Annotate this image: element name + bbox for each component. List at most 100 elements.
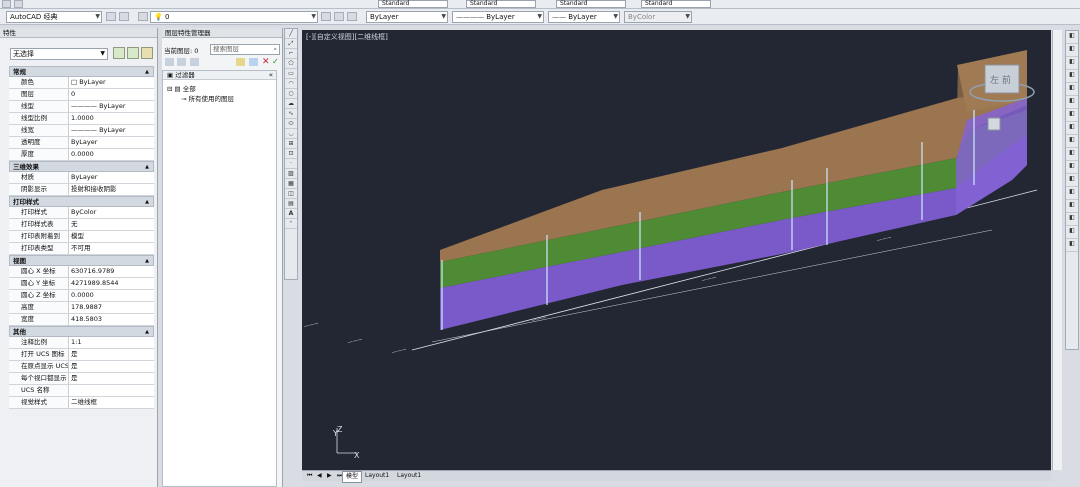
mirror-icon[interactable]: ◧ <box>1066 58 1078 70</box>
property-row[interactable]: 打印样式 ByColor <box>9 207 154 219</box>
property-row[interactable]: 打印样式表无 <box>9 219 154 231</box>
hatch-icon[interactable]: ▨ <box>285 170 297 179</box>
ellipse-arc-icon[interactable]: ◡ <box>285 130 297 139</box>
section-header[interactable]: 打印样式 ▲ <box>9 196 154 207</box>
collapse-icon[interactable]: ▲ <box>145 67 149 77</box>
new-group-filter-icon[interactable] <box>177 58 186 66</box>
property-value[interactable] <box>69 385 154 396</box>
property-value[interactable]: ByLayer <box>69 172 154 183</box>
property-row[interactable]: 宽度 418.5803 <box>9 314 154 326</box>
copy-icon[interactable]: ◧ <box>1066 45 1078 57</box>
property-value[interactable]: □ ByLayer <box>69 77 154 88</box>
property-value[interactable]: 1.0000 <box>69 113 154 124</box>
property-value[interactable]: 二维线框 <box>69 397 154 408</box>
property-row[interactable]: 打印表附着到 模型 <box>9 231 154 243</box>
property-row[interactable]: 透明度 ByLayer <box>9 137 154 149</box>
property-row[interactable]: 圆心 X 坐标 630716.9789 <box>9 266 154 278</box>
property-row[interactable]: 阴影显示 投射和接收阴影 <box>9 184 154 196</box>
polyline-icon[interactable]: ⌐ <box>285 50 297 59</box>
collapse-icon[interactable]: ▲ <box>145 327 149 337</box>
lineweight-select[interactable]: —— ByLayer ▼ <box>548 11 620 23</box>
add-selected-icon[interactable]: ⁺ <box>285 220 297 229</box>
collapse-icon[interactable]: ▲ <box>145 197 149 207</box>
make-block-icon[interactable]: ⊡ <box>285 150 297 159</box>
property-row[interactable]: 材质 ByLayer <box>9 172 154 184</box>
property-value[interactable]: 178.9887 <box>69 302 154 313</box>
property-value[interactable]: 不可用 <box>69 243 154 254</box>
text-style-select[interactable]: Standard <box>378 0 448 8</box>
make-current-icon[interactable] <box>321 12 331 21</box>
property-row[interactable]: 注释比例 1:1 <box>9 337 154 349</box>
property-value[interactable]: ByColor <box>69 207 154 218</box>
spline-icon[interactable]: ∿ <box>285 110 297 119</box>
property-row[interactable]: 每个视口都显示 ...是 <box>9 373 154 385</box>
arc-icon[interactable]: ◠ <box>285 80 297 89</box>
property-value[interactable]: 0.0000 <box>69 149 154 160</box>
property-value[interactable]: 418.5803 <box>69 314 154 325</box>
property-row[interactable]: 厚度 0.0000 <box>9 149 154 161</box>
layer-manager-icon[interactable] <box>138 12 148 21</box>
quick-select-icon[interactable] <box>141 47 153 59</box>
multileader-style-select[interactable]: Standard <box>641 0 711 8</box>
scale-icon[interactable]: ◧ <box>1066 123 1078 135</box>
property-row[interactable]: 图层 0 <box>9 89 154 101</box>
tree-item-all[interactable]: ⊟ ▤ 全部 <box>167 83 196 93</box>
toolbar-icon[interactable] <box>2 0 11 8</box>
property-row[interactable]: 打开 UCS 图标是 <box>9 349 154 361</box>
property-value[interactable]: 0 <box>69 89 154 100</box>
property-value[interactable]: 4271989.8544 <box>69 278 154 289</box>
property-value[interactable]: 1:1 <box>69 337 154 348</box>
property-value[interactable]: 是 <box>69 373 154 384</box>
layer-search-input[interactable]: 搜索图层 ⌕ <box>210 44 280 55</box>
collapse-icon[interactable]: ▲ <box>145 162 149 172</box>
workspace-icon[interactable] <box>119 12 129 21</box>
section-header[interactable]: 视图 ▲ <box>9 255 154 266</box>
fillet-icon[interactable]: ◧ <box>1066 227 1078 239</box>
point-icon[interactable]: · <box>285 160 297 169</box>
dim-style-select[interactable]: Standard <box>466 0 536 8</box>
erase-icon[interactable]: ◧ <box>1066 32 1078 44</box>
linetype-select[interactable]: ———— ByLayer ▼ <box>452 11 544 23</box>
property-value[interactable]: ByLayer <box>69 137 154 148</box>
extend-icon[interactable]: ◧ <box>1066 162 1078 174</box>
rotate-icon[interactable]: ◧ <box>1066 110 1078 122</box>
set-current-icon[interactable]: ✓ <box>272 58 279 66</box>
section-header[interactable]: 其他 ▲ <box>9 326 154 337</box>
property-value[interactable]: 模型 <box>69 231 154 242</box>
multiline-text-icon[interactable]: A <box>285 210 297 219</box>
property-value[interactable]: ———— ByLayer <box>69 125 154 136</box>
layer-state-icon[interactable] <box>347 12 357 21</box>
property-row[interactable]: 线型比例 1.0000 <box>9 113 154 125</box>
toolbar-icon[interactable] <box>14 0 23 8</box>
layer-select[interactable]: 💡 0 ▼ <box>150 11 318 23</box>
color-select[interactable]: ByLayer ▼ <box>366 11 448 23</box>
property-row[interactable]: 在原点显示 UCS ...是 <box>9 361 154 373</box>
ellipse-icon[interactable]: ⬭ <box>285 120 297 129</box>
new-layer-vp-icon[interactable] <box>249 58 258 66</box>
property-row[interactable]: 圆心 Y 坐标 4271989.8544 <box>9 278 154 290</box>
workspace-select[interactable]: AutoCAD 经典 ▼ <box>6 11 102 23</box>
section-header[interactable]: 常规 ▲ <box>9 66 154 77</box>
property-row[interactable]: 线宽 ———— ByLayer <box>9 125 154 137</box>
delete-layer-icon[interactable]: ✕ <box>262 58 270 67</box>
revcloud-icon[interactable]: ☁ <box>285 100 297 109</box>
move-icon[interactable]: ◧ <box>1066 97 1078 109</box>
property-value[interactable]: 无 <box>69 219 154 230</box>
table-icon[interactable]: ▤ <box>285 200 297 209</box>
array-icon[interactable]: ◧ <box>1066 84 1078 96</box>
property-row[interactable]: 视觉样式 二维线框 <box>9 397 154 409</box>
break-at-point-icon[interactable]: ◧ <box>1066 175 1078 187</box>
line-icon[interactable]: ╱ <box>285 30 297 39</box>
explode-icon[interactable]: ◧ <box>1066 240 1078 252</box>
tab-model[interactable]: 模型 <box>342 471 363 483</box>
polygon-icon[interactable]: ⬠ <box>285 60 297 69</box>
tab-layout1b[interactable]: Layout1 <box>394 471 424 481</box>
property-value[interactable]: 630716.9789 <box>69 266 154 277</box>
property-value[interactable]: 是 <box>69 349 154 360</box>
region-icon[interactable]: ◫ <box>285 190 297 199</box>
select-objects-icon[interactable] <box>127 47 139 59</box>
property-value[interactable]: 投射和接收阴影 <box>69 184 154 195</box>
insert-block-icon[interactable]: ⊞ <box>285 140 297 149</box>
join-icon[interactable]: ◧ <box>1066 201 1078 213</box>
rectangle-icon[interactable]: ▭ <box>285 70 297 79</box>
